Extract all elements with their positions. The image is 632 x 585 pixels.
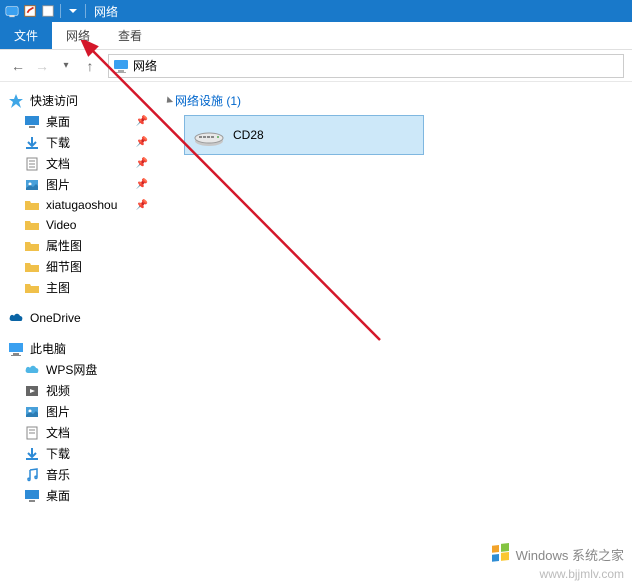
content-pane: 网络设施 (1) CD28 [158, 82, 632, 585]
sidebar-item-label: 音乐 [46, 466, 70, 483]
qat-separator [60, 4, 61, 18]
pictures-icon [24, 177, 40, 193]
tab-view[interactable]: 查看 [104, 22, 156, 49]
sidebar-item-documents[interactable]: 文档 📌 [0, 153, 158, 174]
sidebar-item-xijietu[interactable]: 细节图 [0, 256, 158, 277]
navigation-bar: ← → ▾ ↑ 网络 [0, 50, 632, 82]
nav-forward-button[interactable]: → [32, 56, 52, 76]
watermark-brand-text: Windows 系统之家 [516, 545, 624, 564]
sidebar-item-label: 此电脑 [30, 340, 66, 357]
new-folder-qat-icon[interactable] [40, 3, 56, 19]
sidebar-item-label: 下载 [46, 134, 70, 151]
pin-icon: 📌 [136, 116, 148, 127]
router-icon [193, 123, 225, 147]
nav-back-button[interactable]: ← [8, 56, 28, 76]
qat-separator-2 [85, 4, 86, 18]
folder-icon [24, 217, 40, 233]
videos-icon [24, 383, 40, 399]
downloads-icon [24, 135, 40, 151]
star-icon [8, 93, 24, 109]
network-device-item[interactable]: CD28 [184, 115, 424, 155]
sidebar-item-desktop[interactable]: 桌面 📌 [0, 111, 158, 132]
sidebar-item-label: 属性图 [46, 237, 82, 254]
sidebar-item-label: 视频 [46, 382, 70, 399]
watermark-url: www.bjjmlv.com [540, 567, 624, 581]
navigation-pane: 快速访问 桌面 📌 下载 📌 文档 📌 图片 📌 [0, 82, 158, 585]
network-location-icon [113, 58, 129, 74]
qat-dropdown-icon[interactable] [65, 3, 81, 19]
sidebar-item-label: 桌面 [46, 487, 70, 504]
tab-network[interactable]: 网络 [52, 22, 104, 49]
properties-qat-icon[interactable] [22, 3, 38, 19]
sidebar-item-pictures-pc[interactable]: 图片 [0, 401, 158, 422]
folder-icon [24, 238, 40, 254]
sidebar-item-videos[interactable]: 视频 [0, 380, 158, 401]
folder-icon [24, 259, 40, 275]
group-label: 网络设施 (1) [175, 92, 241, 109]
sidebar-item-label: 下载 [46, 445, 70, 462]
address-text: 网络 [133, 57, 157, 74]
sidebar-item-label: WPS网盘 [46, 361, 97, 378]
quick-access-label: 快速访问 [30, 92, 78, 109]
sidebar-item-label: 文档 [46, 155, 70, 172]
sidebar-item-downloads[interactable]: 下载 📌 [0, 132, 158, 153]
wps-cloud-icon [24, 362, 40, 378]
nav-history-dropdown[interactable]: ▾ [56, 56, 76, 76]
folder-icon [24, 280, 40, 296]
windows-logo-icon [490, 543, 512, 565]
address-bar[interactable]: 网络 [108, 54, 624, 78]
sidebar-head-quick-access[interactable]: 快速访问 [0, 90, 158, 111]
this-pc-icon [8, 341, 24, 357]
sidebar-item-label: 文档 [46, 424, 70, 441]
sidebar-item-xiatugaoshou[interactable]: xiatugaoshou 📌 [0, 195, 158, 215]
window-title-bar: 网络 [0, 0, 632, 22]
sidebar-item-music[interactable]: 音乐 [0, 464, 158, 485]
sidebar-item-onedrive[interactable]: OneDrive [0, 308, 158, 328]
desktop-icon [24, 488, 40, 504]
sidebar-item-label: OneDrive [30, 311, 81, 325]
body-area: 快速访问 桌面 📌 下载 📌 文档 📌 图片 📌 [0, 82, 632, 585]
nav-up-button[interactable]: ↑ [80, 56, 100, 76]
sidebar-item-video[interactable]: Video [0, 215, 158, 235]
pin-icon: 📌 [136, 179, 148, 190]
tab-file[interactable]: 文件 [0, 22, 52, 49]
documents-icon [24, 425, 40, 441]
music-icon [24, 467, 40, 483]
group-header-network-infrastructure[interactable]: 网络设施 (1) [166, 92, 624, 109]
sidebar-item-shuxingtu[interactable]: 属性图 [0, 235, 158, 256]
downloads-icon [24, 446, 40, 462]
sidebar-item-wps[interactable]: WPS网盘 [0, 359, 158, 380]
window-title: 网络 [94, 3, 118, 20]
sidebar-item-pictures[interactable]: 图片 📌 [0, 174, 158, 195]
pin-icon: 📌 [136, 158, 148, 169]
documents-icon [24, 156, 40, 172]
sidebar-group-quick-access: 快速访问 桌面 📌 下载 📌 文档 📌 图片 📌 [0, 90, 158, 298]
sidebar-item-label: xiatugaoshou [46, 198, 117, 212]
sidebar-item-label: 主图 [46, 279, 70, 296]
pictures-icon [24, 404, 40, 420]
sidebar-item-label: 图片 [46, 403, 70, 420]
sidebar-item-documents-pc[interactable]: 文档 [0, 422, 158, 443]
sidebar-group-this-pc: 此电脑 WPS网盘 视频 图片 文档 下载 [0, 338, 158, 506]
folder-icon [24, 197, 40, 213]
sidebar-item-label: 桌面 [46, 113, 70, 130]
onedrive-icon [8, 310, 24, 326]
sidebar-group-onedrive: OneDrive [0, 308, 158, 328]
watermark-brand: Windows 系统之家 [490, 543, 624, 565]
sidebar-item-label: Video [46, 218, 76, 232]
collapse-triangle-icon [164, 96, 173, 105]
sidebar-item-downloads-pc[interactable]: 下载 [0, 443, 158, 464]
device-name-label: CD28 [233, 128, 264, 142]
pin-icon: 📌 [136, 200, 148, 211]
sidebar-item-this-pc[interactable]: 此电脑 [0, 338, 158, 359]
sidebar-item-desktop-pc[interactable]: 桌面 [0, 485, 158, 506]
desktop-icon [24, 114, 40, 130]
sidebar-item-label: 图片 [46, 176, 70, 193]
sidebar-item-zhutu[interactable]: 主图 [0, 277, 158, 298]
ribbon-tabs: 文件 网络 查看 [0, 22, 632, 50]
system-menu-icon[interactable] [4, 3, 20, 19]
pin-icon: 📌 [136, 137, 148, 148]
sidebar-item-label: 细节图 [46, 258, 82, 275]
